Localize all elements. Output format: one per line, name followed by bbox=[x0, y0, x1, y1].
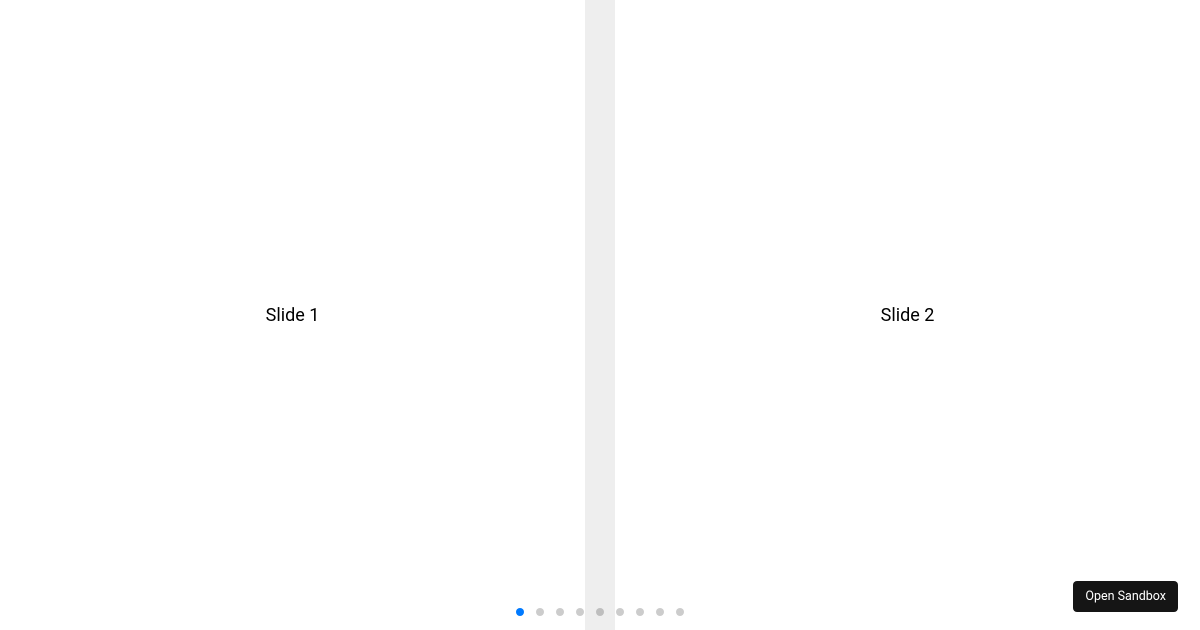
pagination-bullet-6[interactable] bbox=[616, 608, 624, 616]
pagination-bullet-7[interactable] bbox=[636, 608, 644, 616]
slide-1[interactable]: Slide 1 bbox=[0, 0, 585, 630]
pagination-bullet-8[interactable] bbox=[656, 608, 664, 616]
pagination-bullet-4[interactable] bbox=[576, 608, 584, 616]
pagination-bullet-5[interactable] bbox=[596, 608, 604, 616]
swiper-container[interactable]: Slide 1 Slide 2 bbox=[0, 0, 1200, 630]
pagination-bullet-2[interactable] bbox=[536, 608, 544, 616]
pagination-bullet-1[interactable] bbox=[516, 608, 524, 616]
open-sandbox-label: Open Sandbox bbox=[1085, 589, 1166, 604]
pagination-bullet-9[interactable] bbox=[676, 608, 684, 616]
swiper-wrapper: Slide 1 Slide 2 bbox=[0, 0, 1200, 630]
slide-label: Slide 1 bbox=[266, 305, 320, 326]
slide-2[interactable]: Slide 2 bbox=[615, 0, 1200, 630]
pagination bbox=[0, 601, 1200, 620]
slide-label: Slide 2 bbox=[881, 305, 935, 326]
pagination-bullet-3[interactable] bbox=[556, 608, 564, 616]
open-sandbox-button[interactable]: Open Sandbox bbox=[1073, 581, 1178, 612]
